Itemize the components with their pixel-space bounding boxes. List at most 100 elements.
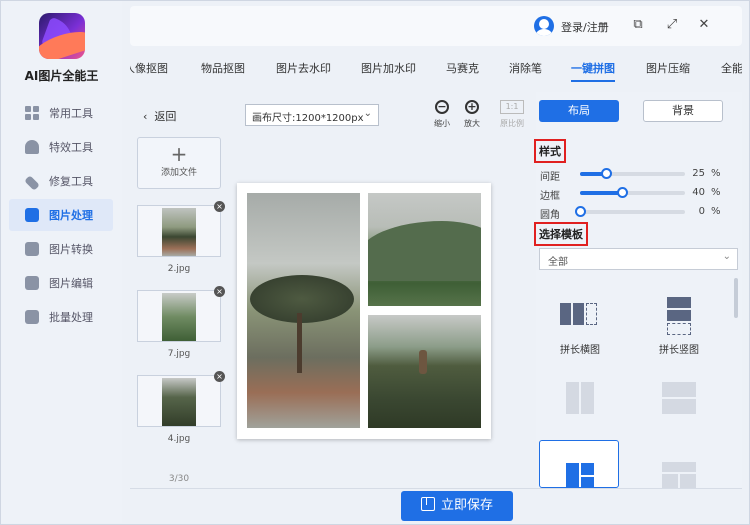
corner-label: 圆角 (540, 210, 560, 221)
title-bar: 登录/注册 − ⧉ ⤢ ✕ (130, 6, 742, 46)
sidebar-item-repair-tools[interactable]: 修复工具 (9, 165, 113, 197)
chevron-down-icon: ⌄ (363, 108, 372, 119)
back-button[interactable]: ‹ 返回 (143, 108, 176, 124)
corner-slider[interactable] (575, 206, 685, 217)
tool-tabs: 人像抠图 物品抠图 图片去水印 图片加水印 马赛克 消除笔 一键拼图 图片压缩 … (130, 54, 742, 84)
tab-collage[interactable]: 一键拼图 (571, 60, 615, 76)
person-shape (419, 350, 427, 374)
save-label: 立即保存 (440, 498, 493, 513)
collage-cell[interactable] (368, 193, 481, 306)
remove-file-icon[interactable]: × (214, 286, 225, 297)
border-slider[interactable] (580, 187, 685, 198)
edit-icon (25, 276, 39, 290)
grid-layout-icon (659, 462, 699, 498)
spacing-value: 25 (692, 168, 705, 179)
minimize-button[interactable]: − (595, 17, 611, 33)
tab-eraser[interactable]: 消除笔 (509, 60, 542, 76)
tab-mosaic[interactable]: 马赛克 (446, 60, 479, 76)
spacing-unit: % (711, 168, 721, 179)
file-thumb[interactable]: × (137, 286, 225, 342)
sidebar-item-effect-tools[interactable]: 特效工具 (9, 131, 113, 163)
template-selected[interactable] (539, 440, 619, 489)
tab-compress[interactable]: 图片压缩 (646, 60, 690, 76)
file-name: 4.jpg (167, 434, 191, 444)
tab-active-indicator (571, 80, 615, 82)
sidebar-item-label: 图片处理 (49, 209, 93, 222)
plus-icon: + (170, 142, 188, 166)
template-label: 拼长横图 (560, 345, 600, 356)
template-grid[interactable] (639, 440, 719, 488)
sidebar-item-label: 常用工具 (49, 107, 93, 120)
close-button[interactable]: ✕ (696, 17, 712, 33)
sidebar-item-label: 修复工具 (49, 175, 93, 188)
convert-icon (25, 242, 39, 256)
sidebar-item-common-tools[interactable]: 常用工具 (9, 97, 113, 129)
zoom-in-button[interactable]: + 放大 (459, 100, 485, 129)
vertical-layout-icon (659, 297, 699, 335)
file-thumb[interactable]: × (137, 371, 225, 427)
spacing-slider[interactable] (580, 168, 685, 179)
slider-handle[interactable] (575, 206, 586, 217)
maximize-button[interactable]: ⤢ (664, 17, 680, 33)
tab-add-watermark[interactable]: 图片加水印 (361, 60, 416, 76)
sidebar-item-image-convert[interactable]: 图片转换 (9, 233, 113, 265)
tab-background[interactable]: 背景 (643, 100, 723, 122)
corner-value: 0 (698, 206, 705, 217)
tab-layout[interactable]: 布局 (539, 100, 619, 122)
restore-button[interactable]: ⧉ (630, 17, 646, 33)
template-filter-value: 全部 (548, 257, 568, 268)
slider-handle[interactable] (617, 187, 628, 198)
canvas-size-select[interactable]: 画布尺寸:1200*1200px ⌄ (245, 104, 379, 126)
remove-file-icon[interactable]: × (214, 371, 225, 382)
save-now-button[interactable]: 立即保存 (401, 491, 513, 521)
sidebar-item-image-processing[interactable]: 图片处理 (9, 199, 113, 231)
style-section-title: 样式 (534, 139, 566, 163)
sidebar-item-label: 批量处理 (49, 311, 93, 324)
app-logo-icon (39, 13, 85, 59)
zoom-out-icon: − (435, 100, 449, 114)
collage-canvas[interactable] (237, 183, 491, 439)
sidebar-item-label: 图片转换 (49, 243, 93, 256)
template-long-horizontal[interactable]: 拼长横图 (540, 281, 620, 361)
ratio-label: 原比例 (500, 119, 524, 128)
thumb-image (162, 378, 196, 426)
sidebar: AI图片全能王 常用工具 特效工具 修复工具 图片处理 图片转换 图片编辑 批量… (1, 1, 122, 523)
save-icon (420, 497, 435, 511)
file-name: 7.jpg (167, 349, 191, 359)
template-filter-select[interactable]: 全部 ⌄ (539, 248, 738, 270)
border-label: 边框 (540, 191, 560, 202)
tab-all-in-one[interactable]: 全能 (721, 60, 742, 76)
upload-icon (25, 310, 39, 324)
zoom-out-button[interactable]: − 缩小 (429, 100, 455, 129)
template-section-title: 选择模板 (534, 222, 588, 246)
zoom-out-label: 缩小 (434, 119, 450, 128)
sidebar-item-image-edit[interactable]: 图片编辑 (9, 267, 113, 299)
template-two-columns[interactable] (540, 366, 620, 446)
sidebar-item-batch[interactable]: 批量处理 (9, 301, 113, 333)
collage-cell[interactable] (247, 193, 360, 428)
ratio-value: 1:1 (500, 100, 524, 114)
avatar-icon[interactable] (534, 16, 554, 36)
collage-cell[interactable] (368, 315, 481, 428)
file-name: 2.jpg (167, 264, 191, 274)
template-label: 拼长竖图 (659, 345, 699, 356)
thumb-image (162, 208, 196, 256)
bandage-icon (24, 174, 40, 191)
remove-file-icon[interactable]: × (214, 201, 225, 212)
border-value: 40 (692, 187, 705, 198)
template-two-rows[interactable] (639, 366, 719, 446)
template-long-vertical[interactable]: 拼长竖图 (639, 281, 719, 361)
tab-remove-watermark[interactable]: 图片去水印 (276, 60, 331, 76)
file-thumb[interactable]: × (137, 201, 225, 257)
grid-icon (25, 106, 39, 120)
horizontal-layout-icon (560, 297, 600, 333)
template-scrollbar[interactable] (734, 278, 738, 318)
bell-icon (25, 140, 39, 154)
sidebar-nav: 常用工具 特效工具 修复工具 图片处理 图片转换 图片编辑 批量处理 (9, 97, 113, 335)
tab-object-cutout[interactable]: 物品抠图 (201, 60, 245, 76)
tab-portrait-cutout[interactable]: 人像抠图 (130, 60, 168, 76)
thumb-image (162, 293, 196, 341)
original-ratio-button[interactable]: 1:1 原比例 (498, 100, 526, 129)
add-file-button[interactable]: + 添加文件 (137, 137, 221, 189)
canvas-size-value: 画布尺寸:1200*1200px (252, 113, 364, 124)
